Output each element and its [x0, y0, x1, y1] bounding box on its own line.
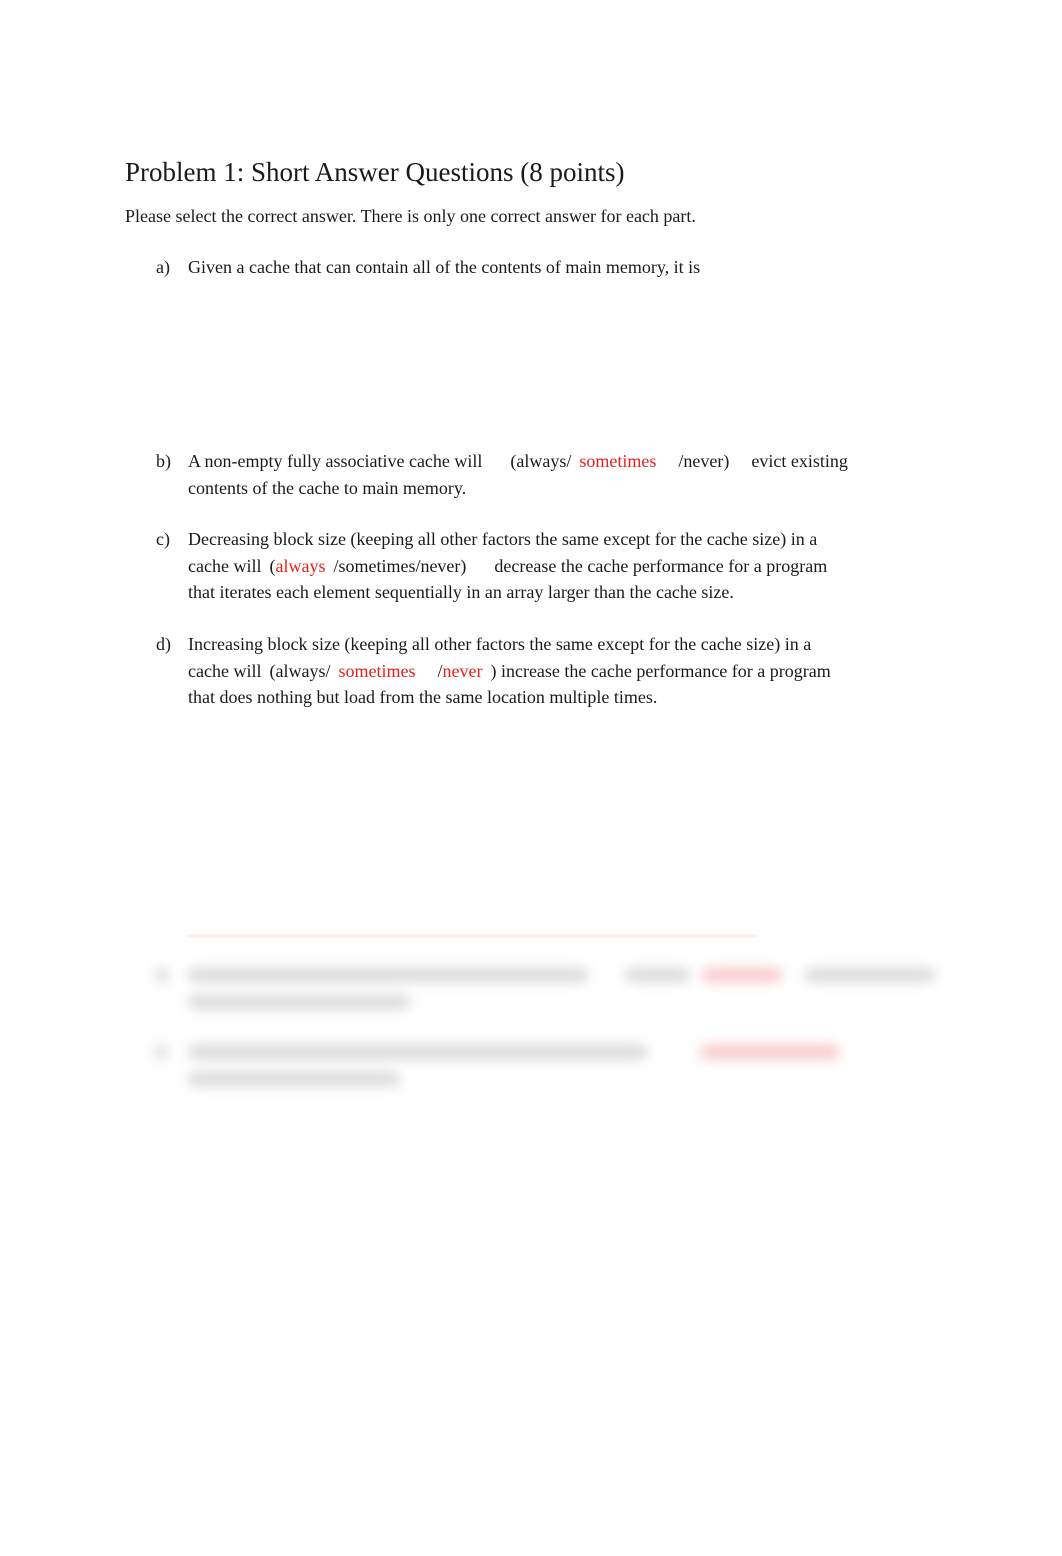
- question-text: cache will: [188, 555, 262, 576]
- question-text: Decreasing block size (keeping all other…: [188, 529, 818, 549]
- blurred-letter: [155, 1045, 167, 1059]
- blurred-text: [805, 968, 935, 982]
- option-close: /sometimes/never): [333, 555, 467, 576]
- question-text: evict existing: [751, 451, 848, 471]
- question-text: contents of the cache to main memory.: [188, 477, 467, 498]
- question-text: decrease the cache performance for a pro…: [494, 555, 828, 576]
- option-close: /never): [678, 451, 730, 471]
- question-letter: c): [156, 529, 170, 549]
- option-open: (always/: [510, 451, 572, 471]
- selected-answer: never: [442, 660, 483, 681]
- question-text: A non-empty fully associative cache will: [188, 451, 483, 471]
- blurred-text: [188, 968, 588, 982]
- blurred-answer: [702, 968, 782, 982]
- question-text: that iterates each element sequentially …: [188, 582, 734, 602]
- question-c: c) Decreasing block size (keeping all ot…: [156, 526, 886, 606]
- question-text: that does nothing but load from the same…: [188, 687, 658, 707]
- selected-answer: sometimes: [338, 660, 416, 681]
- question-text: cache will: [188, 660, 262, 681]
- blurred-text: [188, 1045, 648, 1059]
- blurred-answer: [700, 1045, 840, 1059]
- blurred-text: [188, 1072, 400, 1086]
- option-close: ): [490, 660, 497, 681]
- question-a: a) Given a cache that can contain all of…: [156, 254, 886, 281]
- blurred-letter: [155, 968, 169, 982]
- question-letter: a): [156, 257, 170, 277]
- problem-title: Problem 1: Short Answer Questions (8 poi…: [125, 157, 625, 187]
- question-text: Given a cache that can contain all of th…: [188, 257, 701, 277]
- blurred-text: [188, 995, 410, 1009]
- selected-answer: always: [275, 555, 326, 576]
- question-text: Increasing block size (keeping all other…: [188, 634, 812, 654]
- blurred-divider: [186, 935, 756, 937]
- question-d: d) Increasing block size (keeping all ot…: [156, 631, 886, 711]
- selected-answer: sometimes: [579, 451, 657, 471]
- blurred-content: [0, 920, 1062, 1120]
- blurred-text: [625, 968, 690, 982]
- question-letter: b): [156, 451, 171, 471]
- question-b: b) A non-empty fully associative cache w…: [156, 448, 886, 501]
- question-text: increase the cache performance for a pro…: [500, 660, 831, 681]
- instructions: Please select the correct answer. There …: [125, 206, 696, 226]
- question-letter: d): [156, 634, 171, 654]
- option-open: (always/: [269, 660, 331, 681]
